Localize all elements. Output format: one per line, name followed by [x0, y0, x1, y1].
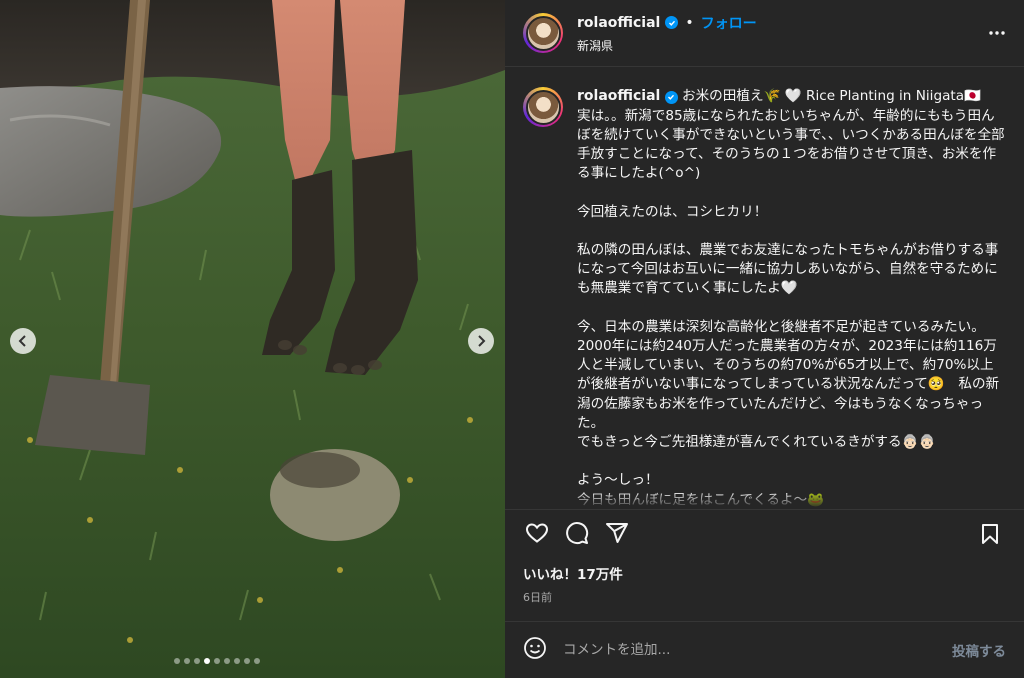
- post-location[interactable]: 新潟県: [577, 37, 757, 54]
- caption-text: お米の田植え🌾 🤍 Rice Planting in Niigata🇯🇵 実は。…: [577, 88, 1005, 507]
- comment-bar: 投稿する: [505, 620, 1024, 678]
- carousel-dot: [184, 658, 190, 664]
- chevron-right-icon: [478, 335, 486, 347]
- emoji-icon: [524, 636, 546, 659]
- caption-fade: [505, 491, 1024, 510]
- carousel-indicator: [174, 658, 260, 664]
- save-button[interactable]: [972, 516, 1008, 552]
- carousel-dot: [224, 658, 230, 664]
- like-button[interactable]: [519, 515, 555, 551]
- verified-icon: [665, 16, 679, 30]
- post-comment-button[interactable]: 投稿する: [952, 640, 1006, 660]
- post-header: rolaofficial • フォロー 新潟県: [505, 0, 1024, 68]
- comment-input[interactable]: [563, 641, 952, 658]
- author-username[interactable]: rolaofficial: [577, 15, 660, 31]
- carousel-prev-button[interactable]: [10, 328, 36, 354]
- post-panel: rolaofficial • フォロー 新潟県 rolaofficial お米の…: [505, 0, 1024, 678]
- action-bar: [505, 509, 1024, 557]
- likes-count[interactable]: いいね！17万件: [505, 563, 1024, 583]
- carousel-dot: [194, 658, 200, 664]
- post-photo: [0, 0, 505, 678]
- caption-username[interactable]: rolaofficial: [577, 88, 660, 104]
- instagram-post-modal: rolaofficial • フォロー 新潟県 rolaofficial お米の…: [0, 0, 1024, 678]
- bookmark-icon: [982, 524, 998, 545]
- share-icon: [606, 523, 628, 544]
- more-icon: [989, 31, 1005, 35]
- caption: rolaofficial お米の田植え🌾 🤍 Rice Planting in …: [577, 87, 1006, 509]
- author-avatar[interactable]: [523, 13, 563, 54]
- carousel-dot: [214, 658, 220, 664]
- more-options-button[interactable]: [988, 24, 1006, 46]
- carousel-dot: [204, 658, 210, 664]
- share-button[interactable]: [599, 515, 635, 551]
- carousel-dot: [244, 658, 250, 664]
- carousel-dot: [174, 658, 180, 664]
- comment-icon: [566, 522, 589, 545]
- heart-icon: [525, 523, 549, 544]
- caption-area: rolaofficial お米の田植え🌾 🤍 Rice Planting in …: [505, 67, 1024, 510]
- follow-button[interactable]: フォロー: [701, 13, 757, 33]
- verified-icon: [664, 90, 678, 104]
- carousel-dot: [234, 658, 240, 664]
- post-media: [0, 0, 505, 678]
- emoji-button[interactable]: [523, 636, 547, 664]
- carousel-dot: [254, 658, 260, 664]
- header-separator: •: [685, 14, 694, 31]
- chevron-left-icon: [18, 335, 26, 347]
- post-time[interactable]: 6日前: [505, 589, 1024, 605]
- caption-avatar[interactable]: [523, 87, 563, 128]
- carousel-next-button[interactable]: [468, 328, 494, 354]
- comment-button[interactable]: [559, 515, 595, 551]
